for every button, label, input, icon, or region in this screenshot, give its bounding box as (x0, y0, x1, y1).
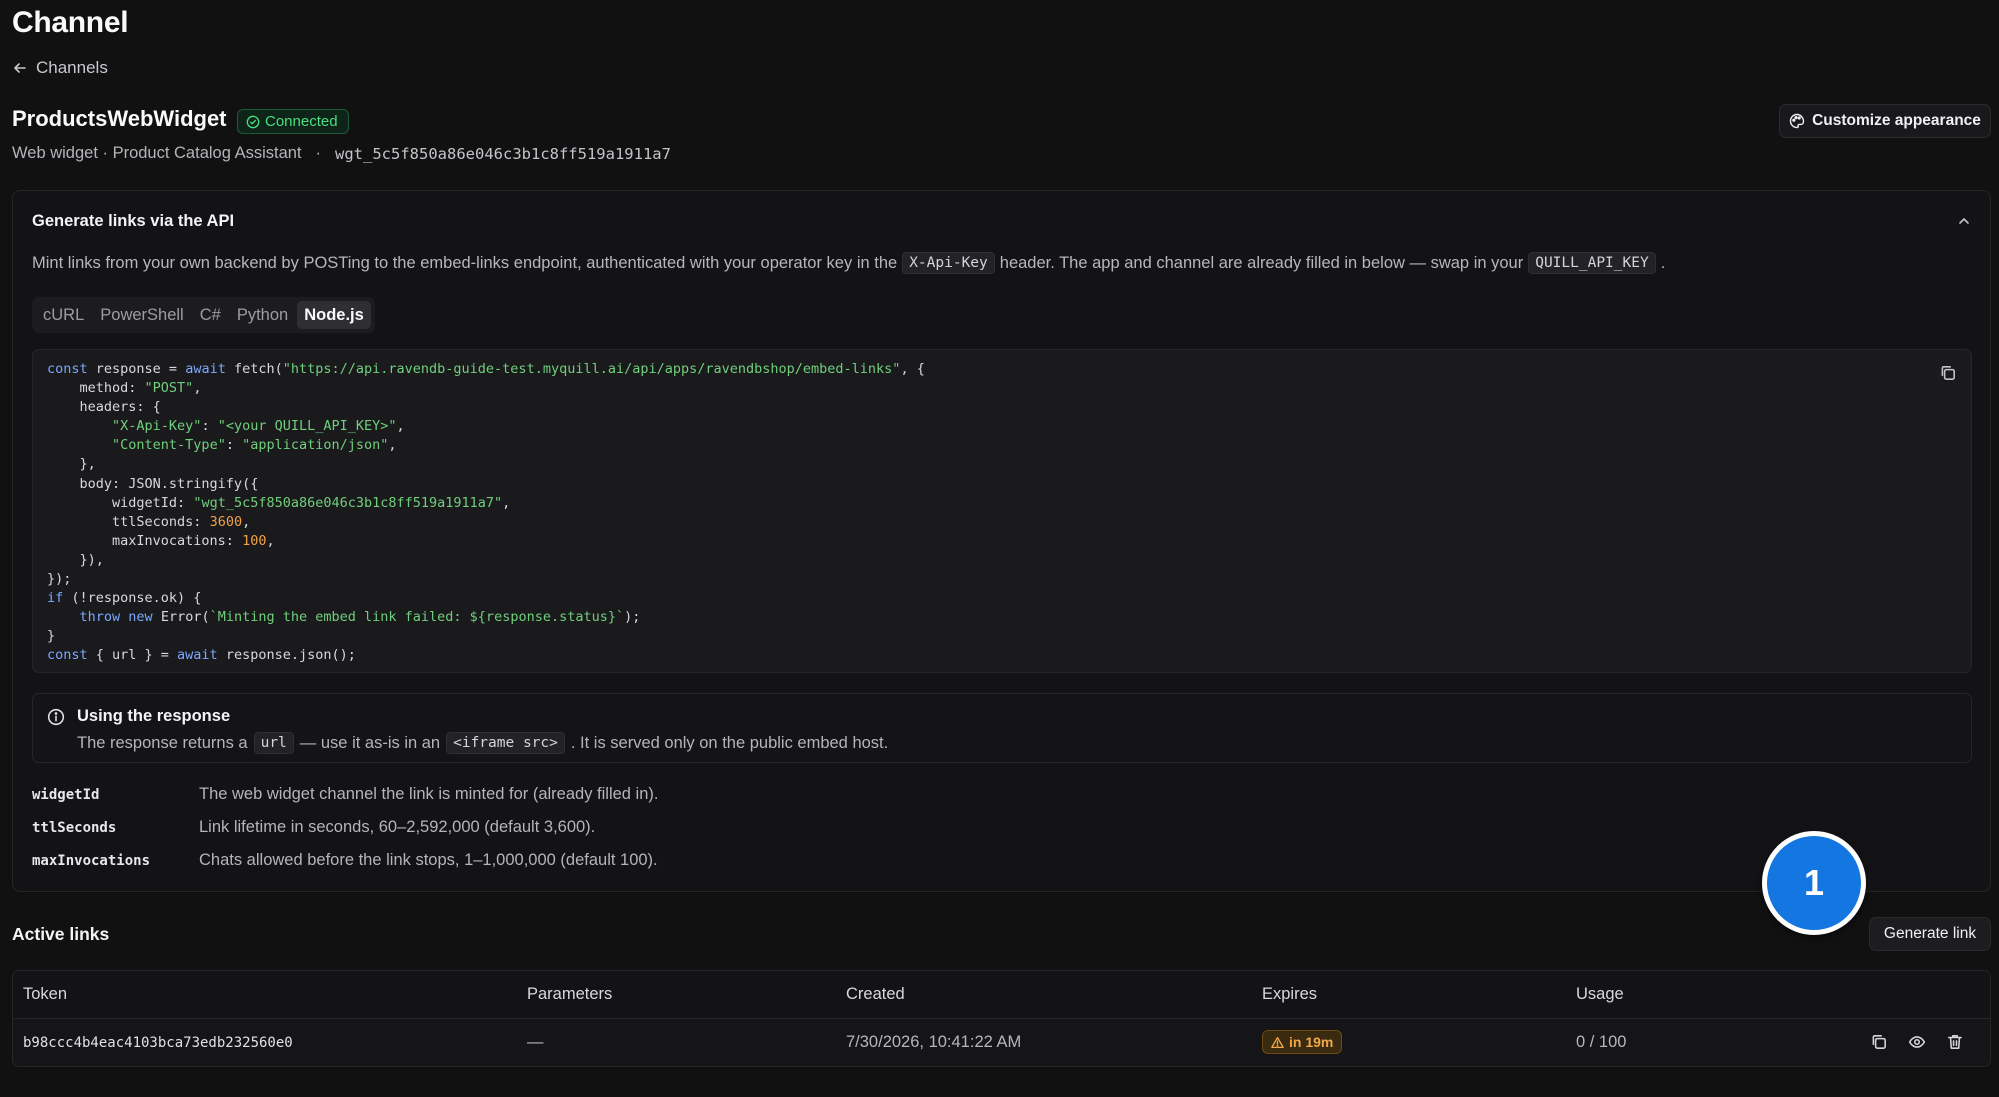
param-name: widgetId (32, 786, 100, 803)
api-desc-text-1: Mint links from your own backend by POST… (32, 253, 898, 272)
url-code: url (253, 732, 294, 754)
status-badge: Connected (237, 109, 349, 134)
token-cell: b98ccc4b4eac4103bca73edb232560e0 (23, 1035, 293, 1051)
code-line: ttlSeconds: 3600, (47, 513, 251, 530)
api-desc-text-2: header. The app and channel are already … (999, 253, 1524, 272)
api-key-header-code: X-Api-Key (902, 252, 995, 274)
code-line: } (47, 628, 56, 645)
code-line: maxInvocations: 100, (47, 532, 275, 549)
param-row-maxinvocations: maxInvocations Chats allowed before the … (32, 851, 658, 870)
widget-id: wgt_5c5f850a86e046c3b1c8ff519a1911a7 (335, 144, 671, 163)
callout-text-2: — use it as-is in an (299, 733, 441, 752)
api-card-title: Generate links via the API (32, 212, 235, 230)
param-row-widgetid: widgetId The web widget channel the link… (32, 785, 658, 804)
api-description: Mint links from your own backend by POST… (32, 252, 1665, 274)
code-line: throw new Error(`Minting the embed link … (79, 609, 641, 626)
back-link-label: Channels (36, 58, 108, 77)
param-description: Chats allowed before the link stops, 1–1… (199, 851, 658, 869)
table-row: b98ccc4b4eac4103bca73edb232560e0 — 7/30/… (13, 1019, 1990, 1066)
trash-icon[interactable] (1946, 1033, 1964, 1051)
code-line: "Content-Type": "application/json", (112, 437, 397, 454)
table-header: Token Parameters Created Expires Usage (13, 971, 1990, 1019)
created-cell: 7/30/2026, 10:41:22 AM (846, 1033, 1022, 1051)
param-description: Link lifetime in seconds, 60–2,592,000 (… (199, 818, 596, 836)
code-line: if (!response.ok) { (47, 590, 202, 607)
tab-powershell[interactable]: PowerShell (93, 301, 190, 329)
copy-icon[interactable] (1870, 1033, 1888, 1051)
iframe-src-code: <iframe src> (446, 732, 565, 754)
param-row-ttlseconds: ttlSeconds Link lifetime in seconds, 60–… (32, 818, 595, 837)
api-key-env-code: QUILL_API_KEY (1528, 252, 1656, 274)
usage-cell: 0 / 100 (1576, 1033, 1627, 1051)
callout-text-1: The response returns a (77, 733, 248, 752)
tab-python[interactable]: Python (230, 301, 295, 329)
tab-nodejs[interactable]: Node.js (297, 301, 371, 329)
expires-badge: in 19m (1262, 1030, 1343, 1054)
active-links-table: Token Parameters Created Expires Usage b… (12, 970, 1991, 1067)
column-parameters: Parameters (527, 985, 613, 1003)
eye-icon[interactable] (1908, 1033, 1926, 1051)
warning-icon (1271, 1036, 1284, 1048)
customize-label: Customize appearance (1812, 112, 1981, 129)
active-links-title: Active links (12, 924, 110, 944)
code-snippet: const response = await fetch("https://ap… (47, 360, 925, 666)
meta-separator: · (315, 144, 322, 162)
column-token: Token (23, 985, 68, 1003)
customize-appearance-button[interactable]: Customize appearance (1779, 104, 1991, 138)
status-label: Connected (265, 113, 338, 130)
callout-title: Using the response (77, 707, 231, 725)
generate-link-button[interactable]: Generate link (1869, 917, 1991, 951)
palette-icon (1789, 113, 1805, 129)
info-icon (47, 708, 65, 726)
channel-name: ProductsWebWidget (12, 106, 227, 131)
code-line: widgetId: "wgt_5c5f850a86e046c3b1c8ff519… (47, 494, 511, 511)
code-line: const { url } = await response.json(); (47, 647, 356, 664)
using-response-callout: Using the response The response returns … (32, 693, 1972, 763)
code-line: }), (47, 551, 104, 568)
check-circle-icon (246, 115, 260, 128)
code-line: "X-Api-Key": "<your QUILL_API_KEY>", (112, 418, 405, 435)
channel-description: Web widget · Product Catalog Assistant (12, 144, 302, 162)
channel-meta: Web widget · Product Catalog Assistant ·… (12, 144, 671, 163)
code-block: const response = await fetch("https://ap… (32, 349, 1972, 673)
param-name: ttlSeconds (32, 819, 117, 836)
callout-text-3: . It is served only on the public embed … (570, 733, 889, 752)
page-title: Channel (12, 6, 129, 39)
back-to-channels-link[interactable]: Channels (12, 58, 108, 78)
api-desc-text-3: . (1660, 253, 1666, 272)
column-expires: Expires (1262, 985, 1318, 1003)
step-marker: 1 (1762, 831, 1866, 935)
param-name: maxInvocations (32, 852, 151, 869)
parameters-cell: — (527, 1033, 544, 1051)
expires-label: in 19m (1289, 1034, 1334, 1050)
arrow-left-icon (14, 63, 26, 73)
api-links-card: Generate links via the API Mint links fr… (12, 190, 1991, 892)
language-tabs: cURL PowerShell C# Python Node.js (32, 297, 375, 333)
tab-curl[interactable]: cURL (36, 301, 91, 329)
column-usage: Usage (1576, 985, 1624, 1003)
column-created: Created (846, 985, 905, 1003)
code-line: body: JSON.stringify({ (47, 475, 259, 492)
tab-csharp[interactable]: C# (193, 301, 228, 329)
chevron-up-icon[interactable] (1956, 213, 1972, 229)
copy-icon[interactable] (1939, 364, 1957, 382)
code-line: }); (47, 571, 72, 588)
callout-text: The response returns a url — use it as-i… (77, 732, 888, 754)
code-line: const response = await fetch("https://ap… (47, 361, 925, 377)
code-line: method: "POST", (47, 380, 202, 397)
code-line: headers: { (47, 399, 161, 416)
param-description: The web widget channel the link is minte… (199, 785, 659, 803)
code-line: }, (47, 456, 96, 473)
